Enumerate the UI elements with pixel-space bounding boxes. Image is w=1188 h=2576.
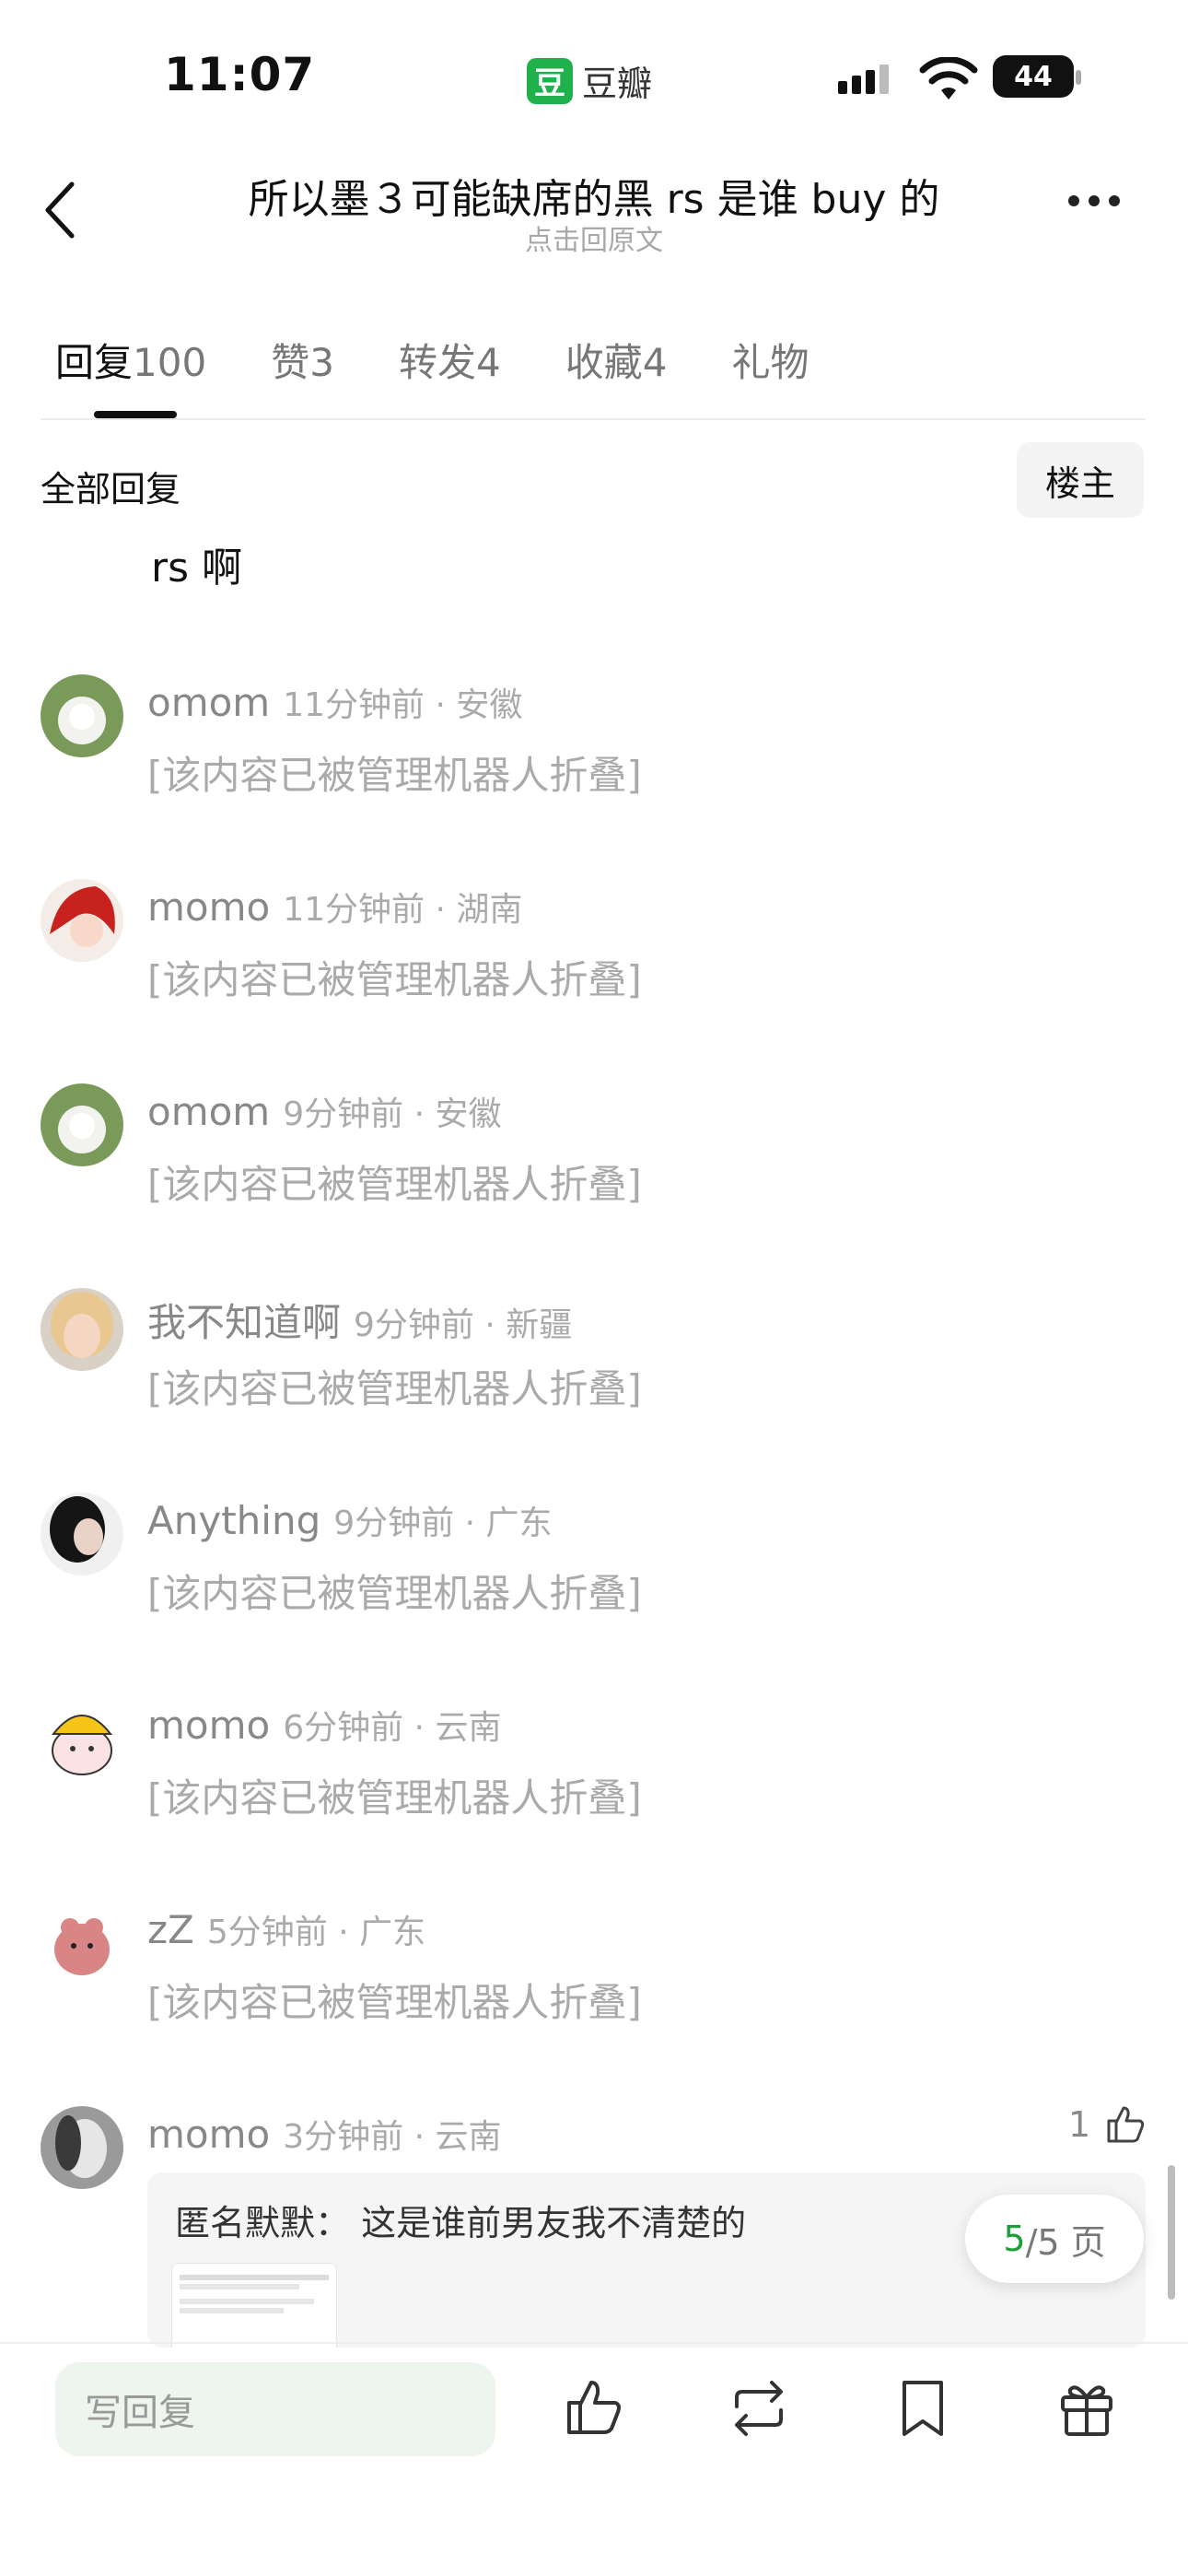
tab-gifts[interactable]: 礼物: [731, 332, 809, 388]
all-replies-label: 全部回复: [41, 469, 181, 509]
avatar[interactable]: [41, 1288, 123, 1371]
cellular-signal-icon: [838, 64, 889, 94]
comment-author[interactable]: 我不知道啊: [147, 1300, 341, 1345]
total-pages: /5 页: [1025, 2221, 1106, 2263]
like-icon[interactable]: [560, 2375, 626, 2441]
avatar[interactable]: [41, 1493, 123, 1575]
bottom-bar-divider: [0, 2342, 1188, 2344]
tab-reposts[interactable]: 转发4: [399, 332, 501, 388]
more-dots-icon[interactable]: [1068, 195, 1120, 206]
comment-like-button[interactable]: 1: [1068, 2102, 1147, 2147]
comment-author[interactable]: momo: [147, 884, 270, 930]
repost-icon[interactable]: [726, 2375, 792, 2441]
back-to-original-link[interactable]: 点击回原文: [184, 217, 1004, 258]
comment-text[interactable]: [该内容已被管理机器人折叠]: [147, 1563, 642, 1619]
status-time: 11:07: [164, 48, 316, 101]
reply-input[interactable]: 写回复: [55, 2362, 495, 2456]
tab-collections[interactable]: 收藏4: [565, 332, 668, 388]
quote-author: 匿名默默：: [175, 2203, 351, 2243]
avatar[interactable]: [41, 879, 123, 962]
comment-text[interactable]: [该内容已被管理机器人折叠]: [147, 1767, 642, 1823]
avatar[interactable]: [41, 1902, 123, 1985]
comment-time-location: 9分钟前 · 广东: [333, 1505, 553, 1542]
bookmark-icon[interactable]: [890, 2375, 956, 2441]
page-title[interactable]: 所以墨３可能缺席的黑 rs 是谁 buy 的: [184, 166, 1004, 225]
comment-author[interactable]: omom: [147, 680, 270, 725]
comment-text[interactable]: [该内容已被管理机器人折叠]: [147, 1153, 642, 1210]
comment-text[interactable]: [该内容已被管理机器人折叠]: [147, 1972, 642, 2028]
comment-text[interactable]: [该内容已被管理机器人折叠]: [147, 744, 642, 801]
douban-logo-icon: 豆: [527, 57, 573, 104]
avatar[interactable]: [41, 2106, 123, 2189]
app-name: 豆瓣: [582, 64, 653, 104]
comment-text[interactable]: [该内容已被管理机器人折叠]: [147, 1358, 642, 1414]
current-page: 5: [1003, 2219, 1026, 2259]
tab-bar: 回复100 赞3 转发4 收藏4 礼物: [55, 332, 873, 388]
comment-author[interactable]: Anything: [147, 1498, 320, 1543]
comment-time-location: 5分钟前 · 广东: [206, 1914, 426, 1951]
comment-time-location: 11分钟前 · 安徽: [283, 686, 523, 724]
op-filter-button[interactable]: 楼主: [1017, 442, 1144, 518]
thumbs-up-icon: [1107, 2106, 1145, 2143]
comment-time-location: 9分钟前 · 安徽: [283, 1095, 502, 1133]
app-brand: 豆 豆瓣: [527, 55, 652, 106]
battery-cap: [1076, 70, 1081, 85]
tab-likes[interactable]: 赞3: [271, 332, 334, 388]
comment-time-location: 3分钟前 · 云南: [283, 2118, 502, 2156]
partial-reply-text: rs 啊: [151, 544, 242, 591]
active-tab-indicator: [94, 411, 177, 418]
comment-author[interactable]: omom: [147, 1089, 270, 1134]
avatar[interactable]: [41, 1083, 123, 1166]
comment-time-location: 9分钟前 · 新疆: [354, 1306, 573, 1344]
tab-divider: [41, 418, 1146, 420]
like-count: 1: [1068, 2104, 1091, 2145]
battery-level: 44: [1014, 60, 1053, 93]
scrollbar[interactable]: [1168, 2165, 1175, 2300]
comment-text[interactable]: [该内容已被管理机器人折叠]: [147, 949, 642, 1005]
back-chevron-icon[interactable]: [37, 177, 83, 243]
quoted-image-thumbnail[interactable]: [171, 2263, 337, 2348]
comment-time-location: 11分钟前 · 湖南: [283, 891, 523, 929]
avatar[interactable]: [41, 674, 123, 757]
comment-author[interactable]: zZ: [147, 1907, 194, 1952]
tab-replies[interactable]: 回复100: [55, 332, 206, 388]
gift-icon[interactable]: [1054, 2375, 1120, 2441]
quote-content: 这是谁前男友我不清楚的: [361, 2203, 747, 2243]
page-indicator[interactable]: 5/5 页: [965, 2195, 1144, 2283]
battery-icon: 44: [993, 55, 1074, 98]
wifi-icon: [919, 57, 978, 100]
quoted-reply-text: 匿名默默： 这是谁前男友我不清楚的: [175, 2195, 746, 2245]
avatar[interactable]: [41, 1697, 123, 1780]
comment-author[interactable]: momo: [147, 1703, 270, 1748]
comment-time-location: 6分钟前 · 云南: [283, 1709, 502, 1747]
comment-author[interactable]: momo: [147, 2112, 270, 2157]
